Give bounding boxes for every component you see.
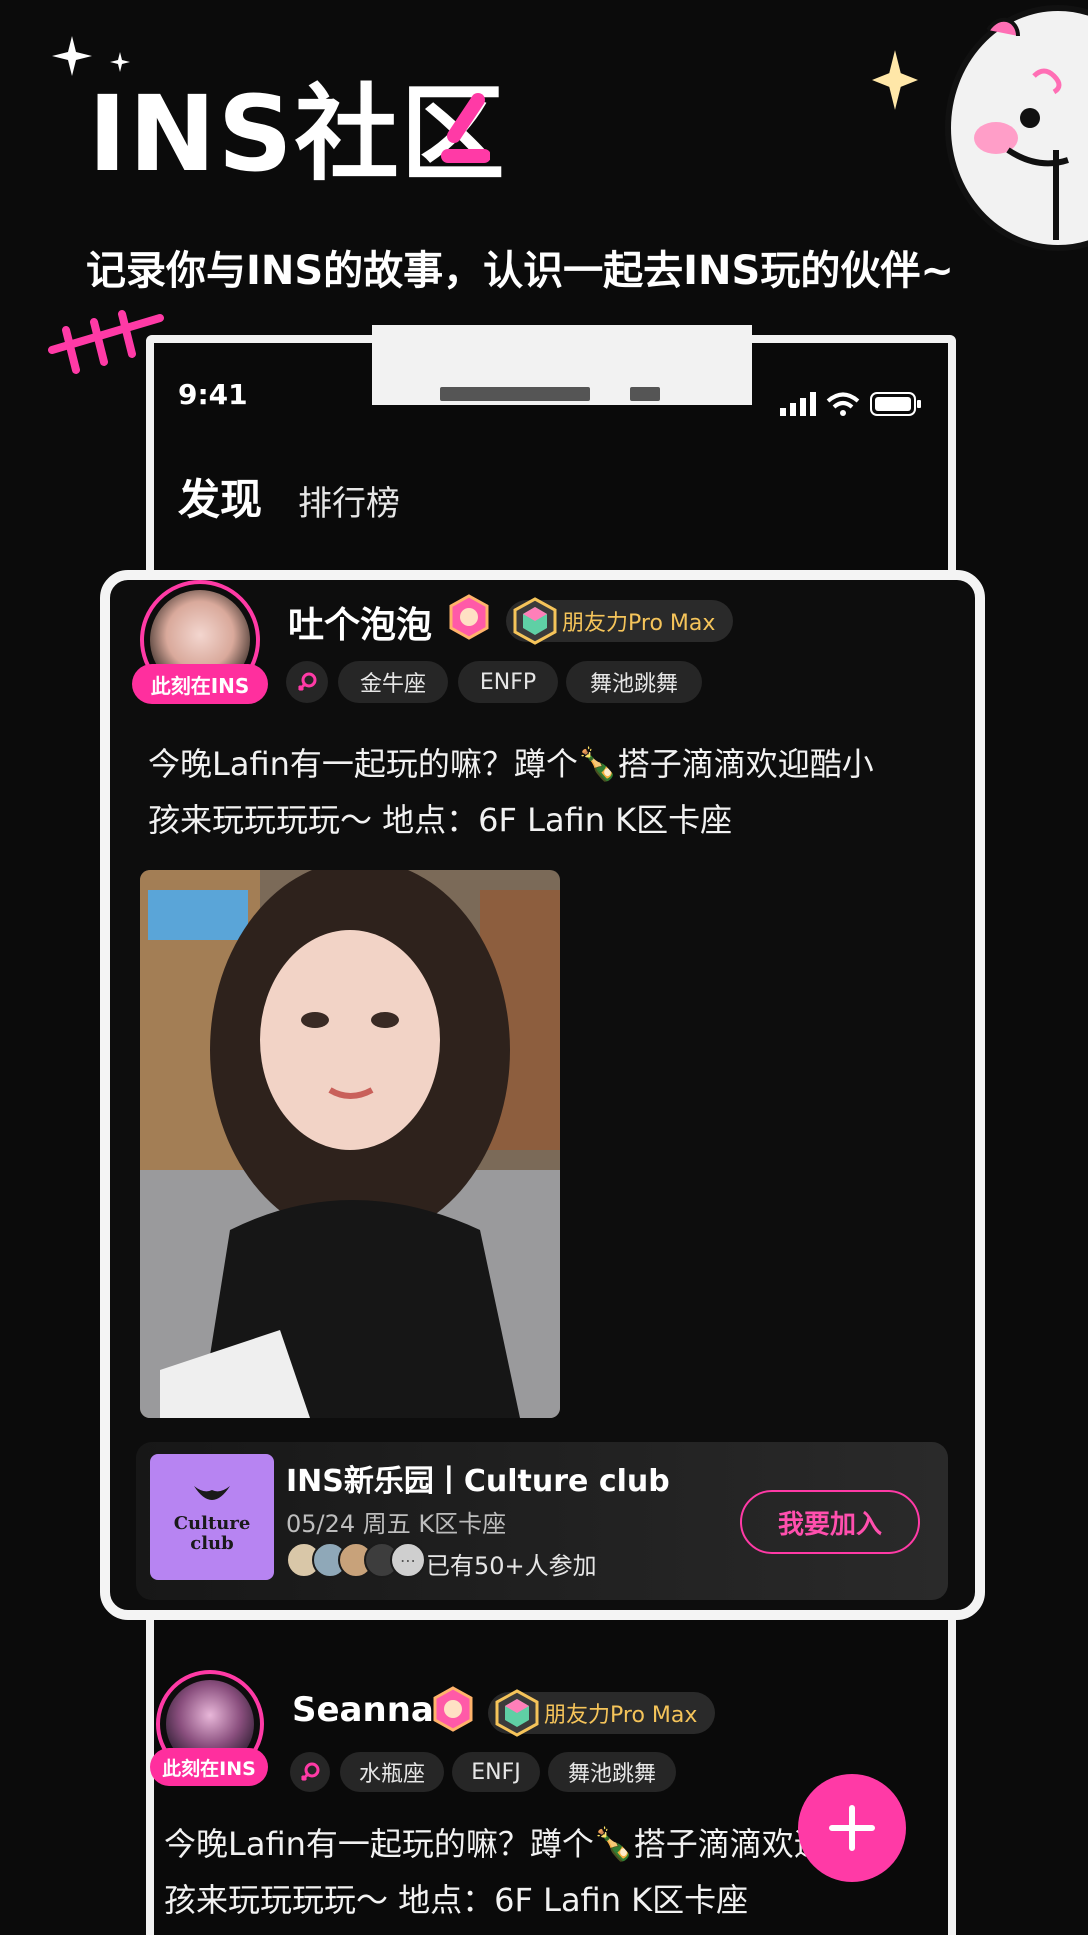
- sparkle-icon: [52, 36, 92, 76]
- wifi-icon: [826, 392, 860, 416]
- tab-discover[interactable]: 发现: [178, 466, 262, 527]
- event-logo: Culture club: [150, 1454, 274, 1580]
- tag-zodiac[interactable]: 金牛座: [338, 661, 448, 703]
- speaker-bar: [440, 387, 590, 401]
- friend-level-badge: 朋友力Pro Max: [506, 597, 734, 645]
- post-text: 今晚Lafin有一起玩的嘛？蹲个🍾搭子滴滴欢迎 孩来玩玩玩玩～ 地点：6F La…: [164, 1816, 824, 1928]
- battery-icon: [870, 392, 921, 416]
- tag-mbti[interactable]: ENFJ: [452, 1752, 540, 1792]
- female-icon: [300, 1762, 320, 1782]
- page-subtitle: 记录你与INS的故事，认识一起去INS玩的伙伴~: [86, 248, 954, 294]
- post-text-line: 今晚Lafin有一起玩的嘛？蹲个🍾搭子滴滴欢迎酷小: [148, 745, 874, 783]
- female-icon: [297, 672, 317, 692]
- signal-icon: [780, 392, 816, 416]
- phone-notch: [372, 325, 752, 405]
- username[interactable]: 吐个泡泡: [288, 596, 432, 648]
- poster-canvas: INS社区 记录你与INS的故事，认识一起去INS玩的伙伴~ 9:41 发现 排…: [0, 0, 1088, 1935]
- post-text: 今晚Lafin有一起玩的嘛？蹲个🍾搭子滴滴欢迎酷小 孩来玩玩玩玩～ 地点：6F …: [148, 736, 948, 848]
- status-icons: [780, 392, 922, 416]
- participant-count: 已有50+人参加: [426, 1552, 597, 1580]
- gem-icon: [513, 597, 557, 645]
- gem-icon: [495, 1689, 539, 1737]
- tag-zodiac[interactable]: 水瓶座: [340, 1752, 444, 1792]
- create-post-button[interactable]: [798, 1774, 906, 1882]
- gender-tag: [286, 661, 328, 703]
- tag-hobby[interactable]: 舞池跳舞: [566, 661, 702, 703]
- mascot-illustration: [945, 5, 1088, 251]
- camera-bar: [630, 387, 660, 401]
- sparkle-icon: [872, 50, 918, 110]
- gender-tag: [290, 1752, 330, 1792]
- tag-mbti[interactable]: ENFP: [458, 661, 558, 703]
- event-logo-text: Culture club: [173, 1513, 251, 1554]
- accent-stroke-icon: [441, 93, 490, 163]
- status-time: 9:41: [178, 378, 248, 411]
- participant-avatars: ⋯: [286, 1542, 426, 1578]
- friend-level-label: 朋友力Pro Max: [544, 1703, 698, 1728]
- post-avatar[interactable]: 此刻在INS: [150, 1670, 270, 1786]
- portrait-image: [140, 870, 560, 1418]
- tag-hobby[interactable]: 舞池跳舞: [548, 1752, 676, 1792]
- more-avatars-icon: ⋯: [390, 1542, 426, 1578]
- level-badge-icon: [449, 594, 489, 640]
- event-date: 05/24 周五 K区卡座: [286, 1510, 507, 1538]
- ins-now-badge: 此刻在INS: [132, 664, 268, 704]
- friend-level-badge: 朋友力Pro Max: [488, 1689, 716, 1737]
- post-text-line: 孩来玩玩玩玩～ 地点：6F Lafin K区卡座: [164, 1881, 749, 1919]
- event-title: INS新乐园丨Culture club: [286, 1464, 670, 1499]
- ins-now-badge: 此刻在INS: [150, 1748, 268, 1786]
- friend-level-label: 朋友力Pro Max: [562, 611, 716, 636]
- post-photo[interactable]: [140, 870, 560, 1418]
- plus-icon: [829, 1805, 875, 1851]
- event-card[interactable]: Culture club INS新乐园丨Culture club 05/24 周…: [136, 1442, 948, 1600]
- sparkle-icon: [110, 52, 130, 72]
- culture-club-logo-icon: [194, 1486, 230, 1500]
- username[interactable]: Seanna: [292, 1690, 434, 1730]
- join-button[interactable]: 我要加入: [740, 1490, 920, 1554]
- post-text-line: 孩来玩玩玩玩～ 地点：6F Lafin K区卡座: [148, 801, 733, 839]
- level-badge-icon: [433, 1686, 473, 1732]
- post-avatar[interactable]: 此刻在INS: [132, 580, 270, 710]
- tab-ranking[interactable]: 排行榜: [298, 476, 400, 525]
- post-text-line: 今晚Lafin有一起玩的嘛？蹲个🍾搭子滴滴欢迎: [164, 1825, 824, 1863]
